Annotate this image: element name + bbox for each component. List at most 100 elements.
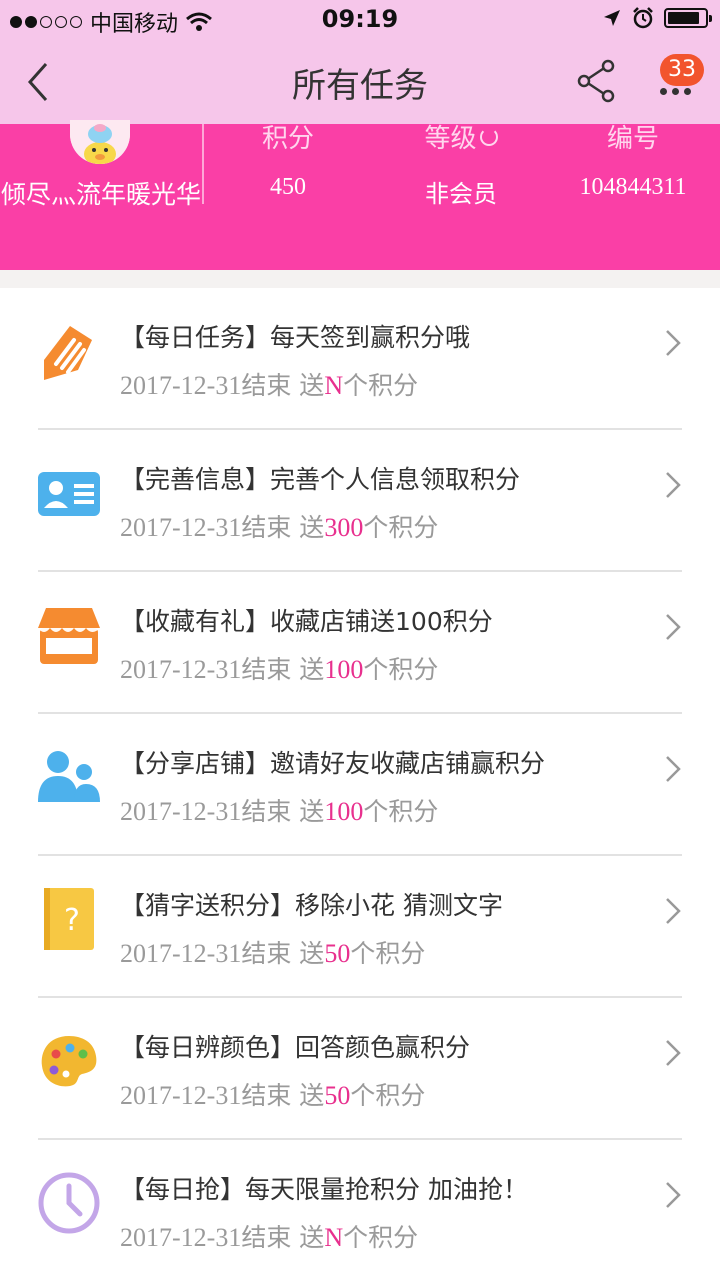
task-end-label: 结束 [241, 655, 292, 684]
task-end-label: 结束 [241, 939, 292, 968]
stat-level-label-row: 等级 [396, 124, 526, 160]
task-item-guess-word[interactable]: ? 【猜字送积分】移除小花 猜测文字 2017-12-31结束 送50个积分 [0, 856, 720, 998]
chevron-right-icon [666, 1040, 681, 1066]
chevron-right-icon [666, 614, 681, 640]
task-title: 【每日抢】每天限量抢积分 加油抢！ [120, 1175, 528, 1204]
task-points: 100 [324, 655, 364, 684]
stat-points: 积分 450 [228, 124, 348, 201]
task-points: 100 [324, 797, 364, 826]
task-unit: 个积分 [350, 1081, 426, 1110]
task-unit: 个积分 [350, 939, 426, 968]
task-date: 2017-12-31 [120, 1223, 242, 1252]
task-end-label: 结束 [241, 513, 292, 542]
chevron-right-icon [666, 330, 681, 356]
task-subtitle: 2017-12-31结束 送50个积分 [120, 934, 425, 970]
task-item-complete-profile[interactable]: 【完善信息】完善个人信息领取积分 2017-12-31结束 送300个积分 [0, 430, 720, 572]
pencil-tag-icon [44, 326, 92, 380]
task-date: 2017-12-31 [120, 513, 242, 542]
status-right [602, 7, 712, 29]
task-give-label: 送 [299, 797, 325, 826]
section-gap [0, 270, 720, 288]
task-points: N [324, 1223, 344, 1252]
stat-level[interactable]: 等级 非会员 [396, 124, 526, 209]
refresh-icon[interactable] [479, 128, 498, 146]
task-subtitle: 2017-12-31结束 送N个积分 [120, 366, 418, 402]
stat-level-label: 等级 [424, 124, 477, 154]
duck-avatar-icon [70, 120, 130, 164]
chevron-right-icon [666, 1182, 681, 1208]
stat-id-value: 104844311 [579, 174, 687, 200]
chevron-right-icon [666, 898, 681, 924]
stat-id: 编号 104844311 [560, 124, 706, 201]
task-list: 【每日任务】每天签到赢积分哦 2017-12-31结束 送N个积分 【完善信息】… [0, 288, 720, 1280]
task-title: 【猜字送积分】移除小花 猜测文字 [120, 891, 503, 920]
location-arrow-icon [604, 10, 620, 26]
battery-level [668, 12, 699, 24]
task-points: 300 [324, 513, 364, 542]
avatar[interactable] [70, 120, 130, 164]
share-button[interactable] [574, 58, 620, 104]
task-item-color-quiz[interactable]: 【每日辨颜色】回答颜色赢积分 2017-12-31结束 送50个积分 [0, 998, 720, 1140]
task-unit: 个积分 [343, 1223, 419, 1252]
question-book-icon: ? [44, 888, 94, 950]
task-unit: 个积分 [363, 513, 439, 542]
people-icon [38, 751, 100, 802]
clock-icon [38, 1172, 100, 1234]
task-give-label: 送 [299, 371, 325, 400]
task-unit: 个积分 [363, 655, 439, 684]
stat-points-value: 450 [270, 174, 306, 200]
nav-bar: 所有任务 33 [0, 40, 720, 124]
task-unit: 个积分 [363, 797, 439, 826]
task-date: 2017-12-31 [120, 939, 242, 968]
task-unit: 个积分 [343, 371, 419, 400]
task-give-label: 送 [299, 655, 325, 684]
task-subtitle: 2017-12-31结束 送300个积分 [120, 508, 438, 544]
task-points: 50 [324, 1081, 351, 1110]
battery-icon [664, 8, 712, 28]
task-item-share-store[interactable]: 【分享店铺】邀请好友收藏店铺赢积分 2017-12-31结束 送100个积分 [0, 714, 720, 856]
stat-id-label: 编号 [606, 124, 659, 154]
task-subtitle: 2017-12-31结束 送N个积分 [120, 1218, 418, 1254]
task-date: 2017-12-31 [120, 797, 242, 826]
username: 倾尽灬流年暖光华 [0, 180, 201, 209]
task-date: 2017-12-31 [120, 655, 242, 684]
task-subtitle: 2017-12-31结束 送50个积分 [120, 1076, 425, 1112]
task-title: 【收藏有礼】收藏店铺送100积分 [120, 607, 493, 636]
task-give-label: 送 [299, 939, 325, 968]
stat-points-label: 积分 [261, 124, 314, 154]
chevron-right-icon [666, 756, 681, 782]
task-end-label: 结束 [241, 371, 292, 400]
task-end-label: 结束 [241, 1223, 292, 1252]
task-points: N [324, 371, 344, 400]
task-end-label: 结束 [241, 797, 292, 826]
alarm-clock-icon [633, 7, 653, 29]
task-item-daily-checkin[interactable]: 【每日任务】每天签到赢积分哦 2017-12-31结束 送N个积分 [0, 288, 720, 430]
profile-divider [202, 124, 204, 204]
task-title: 【完善信息】完善个人信息领取积分 [120, 465, 521, 494]
task-title: 【分享店铺】邀请好友收藏店铺赢积分 [120, 749, 546, 778]
task-give-label: 送 [299, 513, 325, 542]
task-date: 2017-12-31 [120, 371, 242, 400]
task-give-label: 送 [299, 1081, 325, 1110]
task-end-label: 结束 [241, 1081, 292, 1110]
task-subtitle: 2017-12-31结束 送100个积分 [120, 650, 438, 686]
task-date: 2017-12-31 [120, 1081, 242, 1110]
profile-header: 倾尽灬流年暖光华 积分 450 等级 非会员 编号 104844311 [0, 120, 720, 270]
svg-text:?: ? [64, 903, 80, 938]
more-dots-icon [660, 88, 691, 95]
chevron-right-icon [666, 472, 681, 498]
more-menu-button[interactable]: 33 [652, 54, 706, 108]
palette-icon [41, 1036, 97, 1087]
store-icon [38, 608, 100, 664]
task-points: 50 [324, 939, 351, 968]
share-icon [577, 59, 615, 103]
task-item-favorite-store[interactable]: 【收藏有礼】收藏店铺送100积分 2017-12-31结束 送100个积分 [0, 572, 720, 714]
status-bar: 中国移动 09:19 [0, 0, 720, 40]
notification-badge: 33 [660, 54, 704, 86]
task-subtitle: 2017-12-31结束 送100个积分 [120, 792, 438, 828]
task-title: 【每日辨颜色】回答颜色赢积分 [120, 1033, 471, 1062]
task-title: 【每日任务】每天签到赢积分哦 [120, 323, 471, 352]
task-item-daily-grab[interactable]: 【每日抢】每天限量抢积分 加油抢！ 2017-12-31结束 送N个积分 [0, 1140, 720, 1280]
id-card-icon [38, 472, 100, 516]
stat-level-value: 非会员 [425, 180, 497, 208]
